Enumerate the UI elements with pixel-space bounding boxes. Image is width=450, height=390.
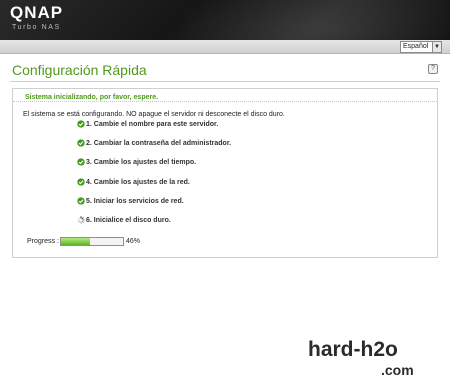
- language-select-value: Español: [403, 43, 429, 50]
- header-bar: QNAP Turbo NAS: [0, 0, 450, 40]
- step-label: 5. Iniciar los servicios de red.: [86, 198, 184, 205]
- progress-bar-fill: [61, 238, 90, 245]
- help-icon[interactable]: ?: [428, 64, 438, 74]
- toolbar: [0, 40, 450, 54]
- step-label: 6. Inicialice el disco duro.: [86, 217, 171, 224]
- panel-title: Sistema inicializando, por favor, espere…: [25, 94, 159, 101]
- step-item: 2. Cambiar la contraseña del administrad…: [77, 139, 231, 147]
- progress-label: Progress :: [27, 238, 59, 245]
- step-item: 4. Cambie los ajustes de la red.: [77, 178, 190, 186]
- watermark-suffix: .com: [381, 362, 414, 378]
- page-title: Configuración Rápida: [12, 62, 147, 78]
- step-item: 6. Inicialice el disco duro.: [77, 216, 171, 224]
- title-divider: [10, 81, 440, 82]
- step-item: 1. Cambie el nombre para este servidor.: [77, 120, 218, 128]
- spinner-icon: [77, 216, 85, 224]
- chevron-down-icon[interactable]: ▼: [432, 42, 441, 52]
- language-select[interactable]: Español ▼: [400, 41, 442, 53]
- watermark: hard-h2o .com: [308, 338, 438, 382]
- watermark-main: hard-h2o: [308, 338, 398, 361]
- progress-percent: 46%: [126, 238, 141, 245]
- step-item: 5. Iniciar los servicios de red.: [77, 197, 184, 205]
- check-icon: [77, 139, 85, 147]
- check-icon: [77, 158, 85, 166]
- qnap-logo: QNAP: [10, 3, 64, 22]
- check-icon: [77, 197, 85, 205]
- step-label: 1. Cambie el nombre para este servidor.: [86, 121, 219, 128]
- check-icon: [77, 178, 85, 186]
- step-label: 4. Cambie los ajustes de la red.: [86, 179, 190, 186]
- step-label: 3. Cambie los ajustes del tiempo.: [86, 159, 197, 166]
- intro-text: El sistema se está configurando. NO apag…: [23, 111, 285, 118]
- step-item: 3. Cambie los ajustes del tiempo.: [77, 158, 196, 166]
- product-name: Turbo NAS: [12, 24, 61, 31]
- progress-bar: [60, 237, 124, 246]
- setup-panel: Sistema inicializando, por favor, espere…: [12, 88, 438, 258]
- check-icon: [77, 120, 85, 128]
- step-label: 2. Cambiar la contraseña del administrad…: [86, 140, 232, 147]
